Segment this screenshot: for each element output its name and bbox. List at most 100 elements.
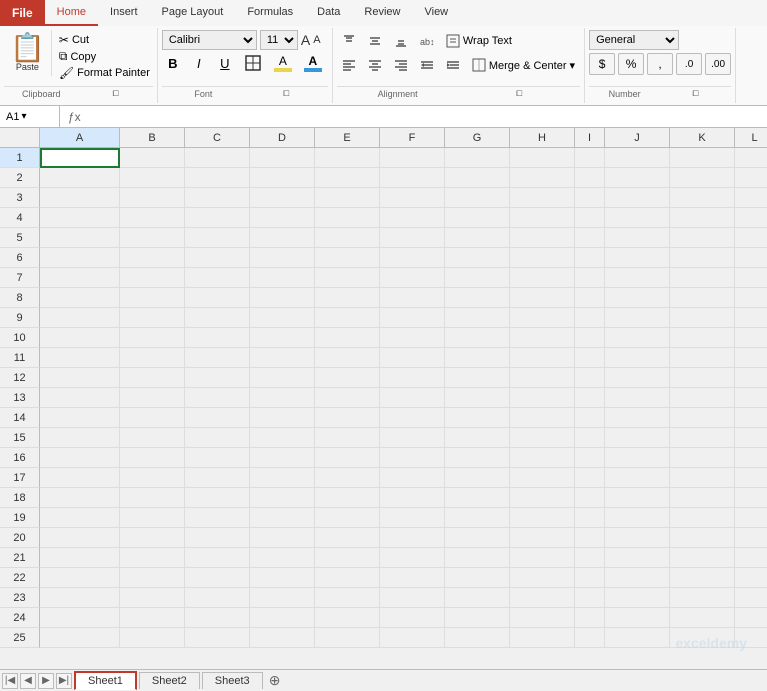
cell-K17[interactable] <box>670 468 735 488</box>
cell-C17[interactable] <box>185 468 250 488</box>
align-center-button[interactable] <box>363 54 387 76</box>
cell-K8[interactable] <box>670 288 735 308</box>
cell-A9[interactable] <box>40 308 120 328</box>
cell-L16[interactable] <box>735 448 767 468</box>
col-header-c[interactable]: C <box>185 128 250 147</box>
cell-G9[interactable] <box>445 308 510 328</box>
col-header-a[interactable]: A <box>40 128 120 147</box>
row-num-19[interactable]: 19 <box>0 508 40 528</box>
cell-D14[interactable] <box>250 408 315 428</box>
cell-L17[interactable] <box>735 468 767 488</box>
cell-J23[interactable] <box>605 588 670 608</box>
sheet-tab-sheet3[interactable]: Sheet3 <box>202 672 263 689</box>
cell-E19[interactable] <box>315 508 380 528</box>
cell-L3[interactable] <box>735 188 767 208</box>
cell-H13[interactable] <box>510 388 575 408</box>
cell-B14[interactable] <box>120 408 185 428</box>
cell-I11[interactable] <box>575 348 605 368</box>
cell-I7[interactable] <box>575 268 605 288</box>
cell-H1[interactable] <box>510 148 575 168</box>
row-num-5[interactable]: 5 <box>0 228 40 248</box>
cell-D25[interactable] <box>250 628 315 648</box>
cell-F7[interactable] <box>380 268 445 288</box>
prev-sheet-button[interactable]: ◀ <box>20 673 36 689</box>
cell-H12[interactable] <box>510 368 575 388</box>
row-num-23[interactable]: 23 <box>0 588 40 608</box>
cell-I22[interactable] <box>575 568 605 588</box>
cell-J13[interactable] <box>605 388 670 408</box>
cell-I6[interactable] <box>575 248 605 268</box>
cell-C21[interactable] <box>185 548 250 568</box>
cell-B24[interactable] <box>120 608 185 628</box>
cell-H15[interactable] <box>510 428 575 448</box>
currency-button[interactable]: $ <box>589 53 615 75</box>
cell-L21[interactable] <box>735 548 767 568</box>
cell-C6[interactable] <box>185 248 250 268</box>
cell-I10[interactable] <box>575 328 605 348</box>
cell-C10[interactable] <box>185 328 250 348</box>
decrease-indent-button[interactable] <box>415 54 439 76</box>
cell-D16[interactable] <box>250 448 315 468</box>
row-num-4[interactable]: 4 <box>0 208 40 228</box>
cell-C9[interactable] <box>185 308 250 328</box>
cell-K16[interactable] <box>670 448 735 468</box>
cell-A2[interactable] <box>40 168 120 188</box>
cell-K11[interactable] <box>670 348 735 368</box>
cell-D5[interactable] <box>250 228 315 248</box>
cell-G2[interactable] <box>445 168 510 188</box>
cell-F12[interactable] <box>380 368 445 388</box>
cell-J25[interactable] <box>605 628 670 648</box>
cell-E24[interactable] <box>315 608 380 628</box>
cell-B4[interactable] <box>120 208 185 228</box>
tab-review[interactable]: Review <box>352 0 412 26</box>
row-num-1[interactable]: 1 <box>0 148 40 168</box>
decrease-decimal-button[interactable]: .0 <box>676 53 702 75</box>
cell-A18[interactable] <box>40 488 120 508</box>
increase-font-size-button[interactable]: A <box>301 32 310 48</box>
cell-E10[interactable] <box>315 328 380 348</box>
bold-button[interactable]: B <box>162 52 184 74</box>
cell-B22[interactable] <box>120 568 185 588</box>
cell-E22[interactable] <box>315 568 380 588</box>
cell-B19[interactable] <box>120 508 185 528</box>
cell-F10[interactable] <box>380 328 445 348</box>
cell-F8[interactable] <box>380 288 445 308</box>
cell-H14[interactable] <box>510 408 575 428</box>
cell-L25[interactable] <box>735 628 767 648</box>
cell-I1[interactable] <box>575 148 605 168</box>
cell-H23[interactable] <box>510 588 575 608</box>
cell-K20[interactable] <box>670 528 735 548</box>
cell-F25[interactable] <box>380 628 445 648</box>
italic-button[interactable]: I <box>188 52 210 74</box>
cell-L1[interactable] <box>735 148 767 168</box>
cell-E1[interactable] <box>315 148 380 168</box>
cell-D9[interactable] <box>250 308 315 328</box>
row-num-22[interactable]: 22 <box>0 568 40 588</box>
cell-D1[interactable] <box>250 148 315 168</box>
row-num-24[interactable]: 24 <box>0 608 40 628</box>
cell-D22[interactable] <box>250 568 315 588</box>
sheet-tab-sheet2[interactable]: Sheet2 <box>139 672 200 689</box>
cell-H5[interactable] <box>510 228 575 248</box>
cut-button[interactable]: ✂ Cut <box>56 32 153 48</box>
cell-E5[interactable] <box>315 228 380 248</box>
cell-H10[interactable] <box>510 328 575 348</box>
cell-E11[interactable] <box>315 348 380 368</box>
cell-I25[interactable] <box>575 628 605 648</box>
cell-J22[interactable] <box>605 568 670 588</box>
cell-G23[interactable] <box>445 588 510 608</box>
cell-F22[interactable] <box>380 568 445 588</box>
cell-K10[interactable] <box>670 328 735 348</box>
cell-C20[interactable] <box>185 528 250 548</box>
cell-G15[interactable] <box>445 428 510 448</box>
cell-D17[interactable] <box>250 468 315 488</box>
cell-C4[interactable] <box>185 208 250 228</box>
cell-E23[interactable] <box>315 588 380 608</box>
cell-F23[interactable] <box>380 588 445 608</box>
cell-E4[interactable] <box>315 208 380 228</box>
cell-H21[interactable] <box>510 548 575 568</box>
cell-K25[interactable] <box>670 628 735 648</box>
cell-D12[interactable] <box>250 368 315 388</box>
cell-D8[interactable] <box>250 288 315 308</box>
cell-B23[interactable] <box>120 588 185 608</box>
